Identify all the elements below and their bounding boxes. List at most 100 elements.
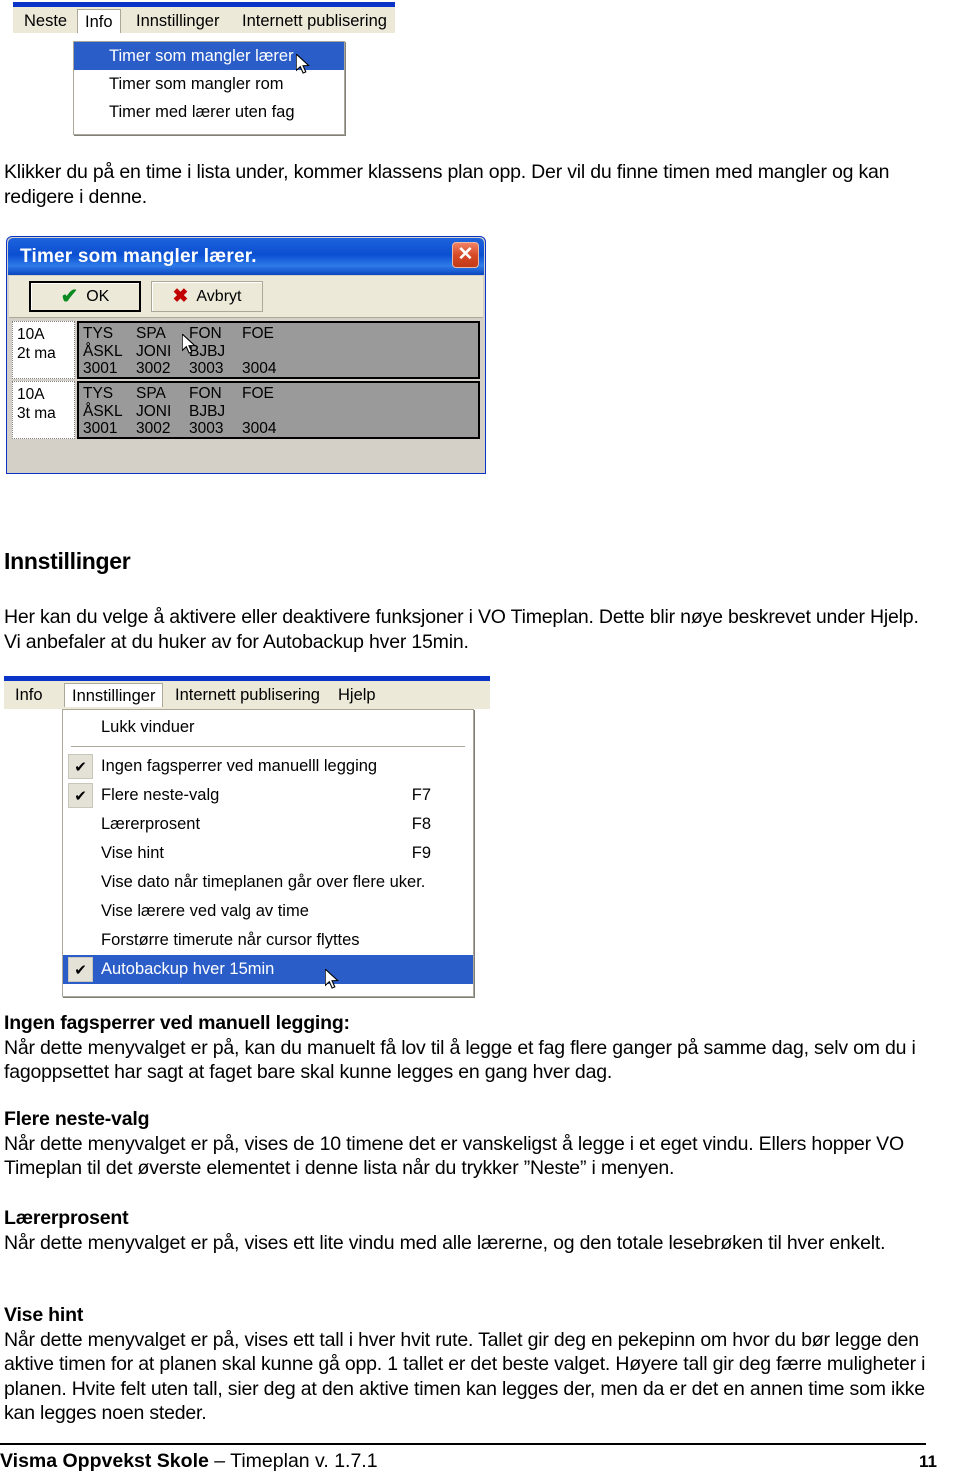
teacher-row: ÅSKL JONI BJBJ — [83, 343, 478, 361]
subject-2: SPA — [136, 385, 166, 402]
heading-innstillinger: Innstillinger — [4, 548, 131, 574]
menu-option-timer-med-larer-uten-fag[interactable]: Timer med lærer uten fag — [74, 98, 344, 126]
menu-item-innstillinger[interactable]: Innstillinger — [129, 9, 226, 33]
close-icon[interactable]: ✕ — [452, 242, 479, 268]
menu-bar: Info Innstillinger Internett publisering… — [4, 681, 490, 709]
code-1: 3001 — [83, 420, 118, 437]
menu-item-info[interactable]: Info — [8, 683, 50, 707]
menu-bar: Neste Info Innstillinger Internett publi… — [13, 7, 395, 34]
menu-item-internett-publisering[interactable]: Internett publisering — [235, 9, 394, 33]
list-item[interactable]: 10A 3t ma TYS SPA FON FOE ÅSKL JONI BJBJ 3001… — [12, 381, 480, 439]
screenshot-settings-menu: Info Innstillinger Internett publisering… — [4, 676, 496, 998]
menu-option-larerprosent[interactable]: Lærerprosent F8 — [63, 810, 473, 839]
footer-divider — [0, 1443, 926, 1445]
cross-icon: ✖ — [172, 286, 189, 307]
paragraph-klikker-du: Klikker du på en time i lista under, kom… — [4, 161, 890, 208]
teacher-1: ÅSKL — [83, 342, 123, 360]
menu-option-label: Ingen fagsperrer ved manuelll legging — [101, 757, 378, 775]
code-3: 3003 — [189, 420, 224, 437]
menu-option-autobackup[interactable]: ✔ Autobackup hver 15min — [63, 955, 473, 989]
menu-option-vise-dato[interactable]: Vise dato når timeplanen går over flere … — [63, 868, 473, 897]
checkmark-icon: ✔ — [68, 754, 93, 779]
menu-option-lukk-vinduer[interactable]: Lukk vinduer — [63, 713, 473, 742]
code-row: 3001 3002 3003 3004 — [83, 360, 478, 378]
section-heading: Flere neste-valg — [4, 1108, 150, 1130]
class-duration: 2t ma — [17, 345, 56, 362]
subject-row: TYS SPA FON FOE — [83, 385, 478, 403]
list-item[interactable]: 10A 2t ma TYS SPA FON FOE ÅSKL JONI BJBJ 3001… — [12, 321, 480, 379]
subject-4: FOE — [242, 385, 274, 402]
lesson-detail-cell: TYS SPA FON FOE ÅSKL JONI BJBJ 3001 3002 3003 30… — [77, 321, 480, 379]
section-heading: Vise hint — [4, 1304, 84, 1326]
menu-item-neste[interactable]: Neste — [17, 9, 74, 33]
code-row: 3001 3002 3003 3004 — [83, 420, 478, 438]
mouse-cursor-icon — [325, 969, 339, 989]
menu-option-label: Vise dato når timeplanen går over flere … — [101, 873, 426, 891]
menu-option-ingen-fagsperrer[interactable]: ✔ Ingen fagsperrer ved manuelll legging — [63, 752, 473, 781]
menu-option-label: Vise hint — [101, 844, 164, 862]
class-name: 10A — [17, 386, 45, 403]
settings-dropdown-menu: Lukk vinduer ✔ Ingen fagsperrer ved manu… — [62, 709, 474, 997]
menu-option-label: Autobackup hver 15min — [101, 960, 275, 978]
section-heading: Ingen fagsperrer ved manuell legging: — [4, 1012, 350, 1034]
section-ingen-fagsperrer: Ingen fagsperrer ved manuell legging: Nå… — [4, 1011, 934, 1085]
subject-2: SPA — [136, 325, 166, 342]
teacher-3: BJBJ — [189, 402, 226, 420]
code-2: 3002 — [136, 360, 171, 377]
cancel-button-label: Avbryt — [196, 287, 242, 305]
section-body: Når dette menyvalget er på, kan du manue… — [4, 1036, 916, 1084]
section-vise-hint: Vise hint Når dette menyvalget er på, vi… — [4, 1303, 939, 1426]
dialog-title: Timer som mangler lærer. — [8, 238, 484, 275]
menu-option-timer-som-mangler-larer[interactable]: Timer som mangler lærer — [74, 42, 344, 70]
cancel-button[interactable]: ✖ Avbryt — [151, 281, 263, 312]
menu-option-timer-som-mangler-rom[interactable]: Timer som mangler rom — [74, 70, 344, 98]
menu-option-label: Lærerprosent — [101, 815, 201, 833]
section-body: Når dette menyvalget er på, vises ett ta… — [4, 1328, 926, 1425]
class-name: 10A — [17, 326, 45, 343]
lesson-detail-cell: TYS SPA FON FOE ÅSKL JONI BJBJ 3001 3002 3003 30… — [77, 381, 480, 439]
check-icon: ✔ — [60, 285, 79, 308]
info-dropdown-menu: Timer som mangler lærer Timer som mangle… — [73, 41, 345, 135]
document-page: Neste Info Innstillinger Internett publi… — [0, 0, 960, 1475]
teacher-2: JONI — [136, 342, 172, 360]
screenshot-missing-teacher-dialog: Timer som mangler lærer. ✕ ✔ OK ✖ Avbryt… — [6, 236, 486, 476]
code-4: 3004 — [242, 420, 277, 437]
teacher-2: JONI — [136, 402, 172, 420]
subject-row: TYS SPA FON FOE — [83, 325, 478, 343]
menu-option-flere-neste-valg[interactable]: ✔ Flere neste-valg F7 — [63, 781, 473, 810]
code-2: 3002 — [136, 420, 171, 437]
missing-lessons-list[interactable]: 10A 2t ma TYS SPA FON FOE ÅSKL JONI BJBJ 3001… — [10, 319, 482, 470]
footer-title: Visma Oppvekst Skole – Timeplan v. 1.7.1 — [0, 1450, 378, 1473]
menu-option-shortcut: F7 — [411, 786, 431, 804]
menu-item-info[interactable]: Info — [77, 9, 121, 33]
code-4: 3004 — [242, 360, 277, 377]
menu-option-forstorre-timerute[interactable]: Forstørre timerute når cursor flyttes — [63, 926, 473, 955]
menu-separator — [71, 746, 465, 747]
menu-option-shortcut: F8 — [411, 815, 431, 833]
menu-option-label: Forstørre timerute når cursor flyttes — [101, 931, 360, 949]
section-flere-neste-valg: Flere neste-valg Når dette menyvalget er… — [4, 1107, 934, 1181]
teacher-3: BJBJ — [189, 342, 226, 360]
menu-option-vise-hint[interactable]: Vise hint F9 — [63, 839, 473, 868]
section-body: Når dette menyvalget er på, vises ett li… — [4, 1231, 886, 1254]
screenshot-info-menu: Neste Info Innstillinger Internett publi… — [7, 2, 395, 135]
code-1: 3001 — [83, 360, 118, 377]
checkmark-icon: ✔ — [68, 957, 93, 982]
ok-button-label: OK — [86, 287, 110, 305]
subject-1: TYS — [83, 385, 114, 402]
menu-item-hjelp[interactable]: Hjelp — [331, 683, 383, 707]
dialog-window: Timer som mangler lærer. ✕ ✔ OK ✖ Avbryt… — [6, 236, 486, 474]
menu-item-internett-publisering[interactable]: Internett publisering — [168, 683, 327, 707]
lesson-class-label: 10A 2t ma — [12, 321, 75, 379]
section-body: Når dette menyvalget er på, vises de 10 … — [4, 1132, 904, 1180]
paragraph-innstillinger: Her kan du velge å aktivere eller deakti… — [4, 606, 919, 653]
subject-1: TYS — [83, 325, 114, 342]
checkmark-icon: ✔ — [68, 783, 93, 808]
footer-title-rest: – Timeplan v. 1.7.1 — [208, 1450, 378, 1472]
menu-item-innstillinger[interactable]: Innstillinger — [64, 683, 164, 707]
section-heading: Lærerprosent — [4, 1207, 129, 1229]
footer-title-bold: Visma Oppvekst Skole — [0, 1450, 209, 1472]
section-larerprosent: Lærerprosent Når dette menyvalget er på,… — [4, 1206, 934, 1255]
menu-option-vise-larere[interactable]: Vise lærere ved valg av time — [63, 897, 473, 926]
ok-button[interactable]: ✔ OK — [29, 281, 141, 312]
